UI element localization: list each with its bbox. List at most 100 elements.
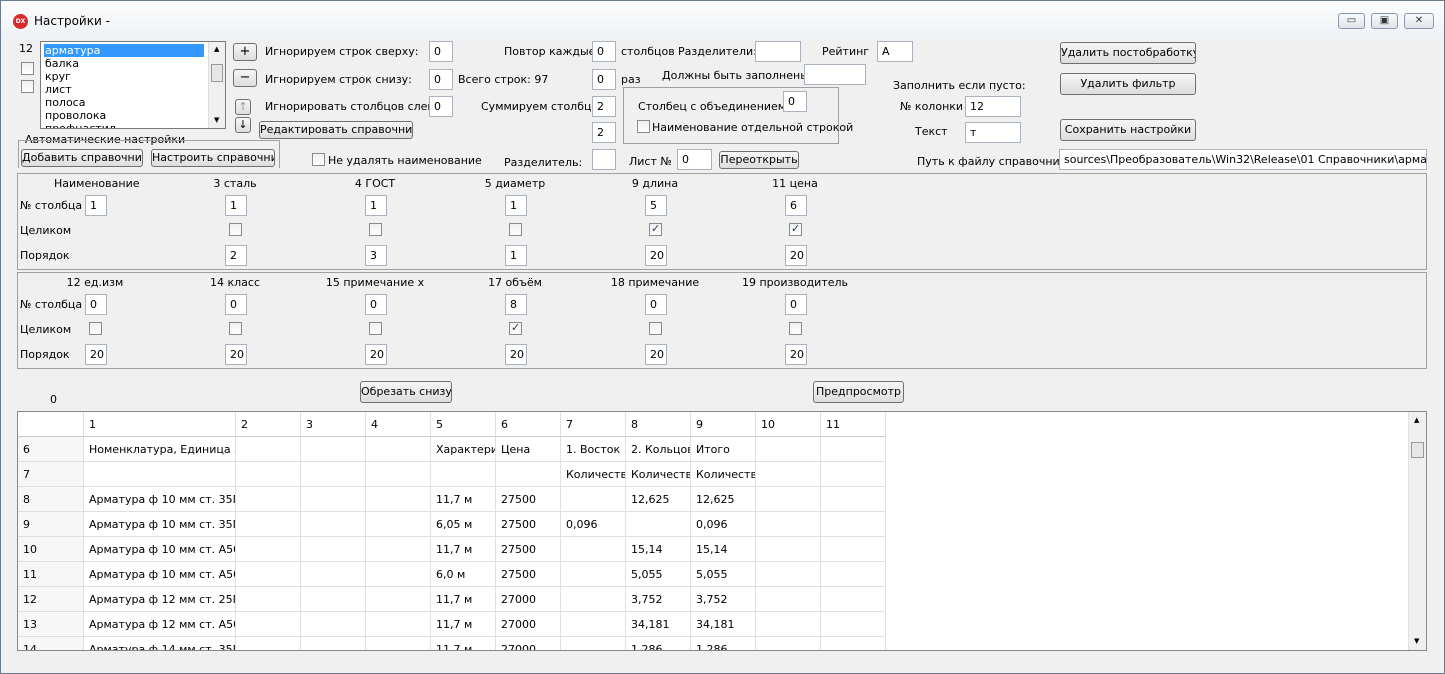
name-separate-checkbox[interactable]: [637, 120, 650, 133]
field-order-input[interactable]: 20: [365, 344, 387, 365]
skip-bottom-input[interactable]: 0: [429, 69, 453, 90]
grid-cell[interactable]: [756, 462, 821, 487]
field-whole-checkbox[interactable]: [89, 322, 102, 335]
field-col-no-input[interactable]: 1: [505, 195, 527, 216]
grid-header-cell[interactable]: 9: [691, 412, 756, 437]
grid-cell[interactable]: [301, 562, 366, 587]
grid-cell[interactable]: [366, 462, 431, 487]
grid-cell[interactable]: 27000: [496, 612, 561, 637]
grid-cell[interactable]: [561, 537, 626, 562]
move-down-icon[interactable]: ↓: [235, 117, 251, 133]
grid-cell[interactable]: Характерис: [431, 437, 496, 462]
grid-scrollbar[interactable]: ▲ ▼: [1408, 412, 1426, 650]
field-order-input[interactable]: 20: [225, 344, 247, 365]
repeat-input[interactable]: 0: [592, 41, 616, 62]
grid-scroll-down-icon[interactable]: ▼: [1414, 637, 1419, 645]
grid-cell[interactable]: [821, 487, 886, 512]
move-up-icon[interactable]: ↑: [235, 99, 251, 115]
delimiter-input[interactable]: [592, 149, 616, 170]
sum-columns-input-1[interactable]: 2: [592, 96, 616, 117]
option-checkbox-2[interactable]: [21, 80, 34, 93]
name-col-no-input[interactable]: 1: [85, 195, 107, 216]
field-order-input[interactable]: 20: [85, 344, 107, 365]
grid-header-cell[interactable]: 10: [756, 412, 821, 437]
field-col-no-input[interactable]: 0: [85, 294, 107, 315]
field-order-input[interactable]: 20: [785, 245, 807, 266]
list-scrollbar[interactable]: ▲ ▼: [208, 42, 225, 128]
row-header-cell[interactable]: 14: [18, 637, 84, 650]
grid-scroll-up-icon[interactable]: ▲: [1414, 416, 1419, 424]
grid-cell[interactable]: [366, 637, 431, 650]
grid-cell[interactable]: Арматура ф 10 мм ст. А500С: [84, 537, 236, 562]
grid-cell[interactable]: Цена: [496, 437, 561, 462]
grid-cell[interactable]: 11,7 м: [431, 537, 496, 562]
row-header-cell[interactable]: 8: [18, 487, 84, 512]
row-header-cell[interactable]: 11: [18, 562, 84, 587]
field-whole-checkbox[interactable]: [229, 223, 242, 236]
grid-cell[interactable]: [301, 437, 366, 462]
grid-cell[interactable]: 3,752: [691, 587, 756, 612]
list-item[interactable]: круг: [44, 70, 71, 83]
grid-cell[interactable]: 2. Кольцов: [626, 437, 691, 462]
grid-cell[interactable]: [236, 462, 301, 487]
grid-cell[interactable]: 5,055: [626, 562, 691, 587]
setup-dictionary-button[interactable]: Настроить справочник: [151, 149, 275, 167]
grid-cell[interactable]: Арматура ф 12 мм ст. 25Г2С,: [84, 587, 236, 612]
grid-cell[interactable]: Арматура ф 14 мм ст. 35ГС,: [84, 637, 236, 650]
grid-cell[interactable]: [301, 512, 366, 537]
trim-bottom-button[interactable]: Обрезать снизу: [360, 381, 452, 403]
field-order-input[interactable]: 20: [645, 245, 667, 266]
grid-cell[interactable]: [236, 587, 301, 612]
grid-cell[interactable]: 5,055: [691, 562, 756, 587]
grid-cell[interactable]: 12,625: [626, 487, 691, 512]
grid-cell[interactable]: [496, 462, 561, 487]
grid-cell[interactable]: [236, 612, 301, 637]
grid-cell[interactable]: [366, 562, 431, 587]
grid-cell[interactable]: [301, 587, 366, 612]
field-order-input[interactable]: 20: [505, 344, 527, 365]
grid-cell[interactable]: [301, 537, 366, 562]
field-whole-checkbox[interactable]: [649, 322, 662, 335]
keep-name-checkbox[interactable]: [312, 153, 325, 166]
close-button[interactable]: ✕: [1404, 13, 1434, 29]
grid-cell[interactable]: [236, 487, 301, 512]
grid-cell[interactable]: 1. Восток: [561, 437, 626, 462]
edit-dictionary-button[interactable]: Редактировать справочник: [259, 121, 413, 139]
sum-columns-input-2[interactable]: 2: [592, 122, 616, 143]
grid-cell[interactable]: [366, 437, 431, 462]
grid-cell[interactable]: [756, 487, 821, 512]
field-whole-checkbox[interactable]: [369, 322, 382, 335]
field-col-no-input[interactable]: 1: [225, 195, 247, 216]
grid-cell[interactable]: [366, 587, 431, 612]
grid-cell[interactable]: [301, 487, 366, 512]
field-col-no-input[interactable]: 0: [365, 294, 387, 315]
field-col-no-input[interactable]: 6: [785, 195, 807, 216]
grid-cell[interactable]: Арматура ф 10 мм ст. А500С: [84, 562, 236, 587]
grid-cell[interactable]: 6,05 м: [431, 512, 496, 537]
grid-cell[interactable]: 27000: [496, 587, 561, 612]
field-col-no-input[interactable]: 0: [225, 294, 247, 315]
grid-cell[interactable]: [821, 537, 886, 562]
grid-cell[interactable]: [756, 562, 821, 587]
grid-cell[interactable]: 11,7 м: [431, 587, 496, 612]
field-whole-checkbox[interactable]: [369, 223, 382, 236]
dictionary-list[interactable]: арматура балка круг лист полоса проволока проф…: [40, 41, 226, 129]
grid-cell[interactable]: [236, 437, 301, 462]
grid-cell[interactable]: [236, 562, 301, 587]
field-order-input[interactable]: 2: [225, 245, 247, 266]
grid-cell[interactable]: [366, 512, 431, 537]
grid-cell[interactable]: Итого: [691, 437, 756, 462]
list-item[interactable]: арматура: [44, 44, 204, 57]
grid-cell[interactable]: 27500: [496, 537, 561, 562]
grid-header-cell[interactable]: 3: [301, 412, 366, 437]
grid-scroll-thumb[interactable]: [1411, 442, 1424, 458]
grid-header-cell[interactable]: 11: [821, 412, 886, 437]
grid-cell[interactable]: [561, 562, 626, 587]
minimize-button[interactable]: ▭: [1338, 13, 1365, 29]
remove-item-button[interactable]: −: [233, 69, 257, 87]
rating-input[interactable]: A: [877, 41, 913, 62]
grid-cell[interactable]: 34,181: [626, 612, 691, 637]
grid-cell[interactable]: 15,14: [626, 537, 691, 562]
merge-column-input[interactable]: 0: [783, 91, 807, 112]
grid-cell[interactable]: 27500: [496, 562, 561, 587]
